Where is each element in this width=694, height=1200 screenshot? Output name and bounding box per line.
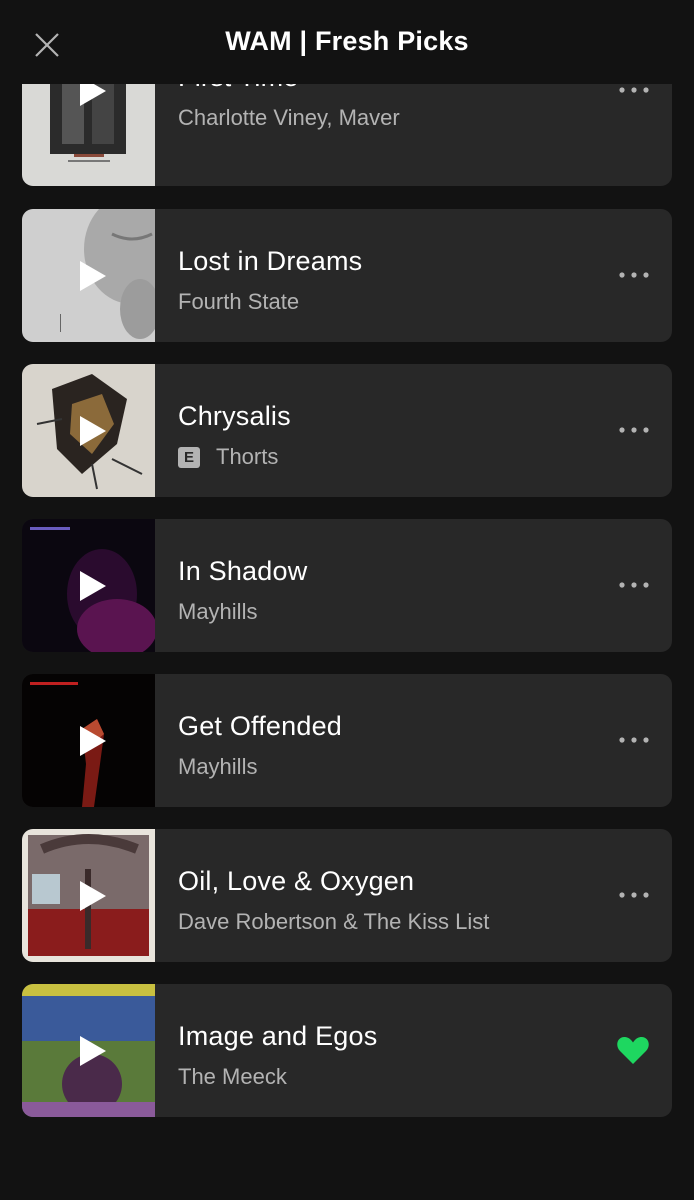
track-artist: Mayhills <box>178 599 258 624</box>
album-art <box>22 364 155 497</box>
play-icon[interactable] <box>80 881 106 911</box>
track-row[interactable]: Lost in Dreams Fourth State <box>22 209 672 342</box>
track-artist: Fourth State <box>178 289 300 314</box>
explicit-badge: E <box>178 446 200 468</box>
track-meta: Chrysalis E Thorts <box>178 401 592 470</box>
more-options-icon[interactable] <box>618 265 650 285</box>
track-row[interactable]: Oil, Love & Oxygen Dave Robertson & The … <box>22 829 672 962</box>
track-meta: In Shadow Mayhills <box>178 556 592 625</box>
more-options-icon[interactable] <box>618 730 650 750</box>
play-icon[interactable] <box>80 261 106 291</box>
album-art <box>22 209 155 342</box>
track-meta: Lost in Dreams Fourth State <box>178 246 592 315</box>
track-artist: Thorts <box>216 444 279 469</box>
play-icon[interactable] <box>80 1036 106 1066</box>
track-artist: Dave Robertson & The Kiss List <box>178 909 490 934</box>
track-row[interactable]: Chrysalis E Thorts <box>22 364 672 497</box>
track-row[interactable]: Image and Egos The Meeck <box>22 984 672 1117</box>
album-art <box>22 829 155 962</box>
page-title: WAM | Fresh Picks <box>225 26 469 56</box>
more-options-icon[interactable] <box>618 885 650 905</box>
track-list-rest: Lost in Dreams Fourth State Chrysalis E <box>22 209 672 1139</box>
play-icon[interactable] <box>80 571 106 601</box>
album-art <box>22 674 155 807</box>
header-bar: WAM | Fresh Picks <box>0 0 694 84</box>
track-artist: The Meeck <box>178 1064 287 1089</box>
album-art <box>22 519 155 652</box>
play-icon[interactable] <box>80 416 106 446</box>
liked-heart-icon[interactable] <box>616 1034 650 1066</box>
track-title: Image and Egos <box>178 1021 378 1051</box>
track-row[interactable]: In Shadow Mayhills <box>22 519 672 652</box>
track-artist: Mayhills <box>178 754 258 779</box>
play-icon[interactable] <box>80 726 106 756</box>
track-title: Lost in Dreams <box>178 246 363 276</box>
track-title: In Shadow <box>178 556 308 586</box>
track-title: Chrysalis <box>178 401 291 431</box>
track-title: Get Offended <box>178 711 343 741</box>
track-title: Oil, Love & Oxygen <box>178 866 415 896</box>
track-meta: Get Offended Mayhills <box>178 711 592 780</box>
more-options-icon[interactable] <box>618 575 650 595</box>
track-row[interactable]: Get Offended Mayhills <box>22 674 672 807</box>
track-meta: Oil, Love & Oxygen Dave Robertson & The … <box>178 866 592 935</box>
more-options-icon[interactable] <box>618 420 650 440</box>
track-meta: Image and Egos The Meeck <box>178 1021 592 1090</box>
album-art <box>22 984 155 1117</box>
track-artist: Charlotte Viney, Maver <box>178 105 400 130</box>
